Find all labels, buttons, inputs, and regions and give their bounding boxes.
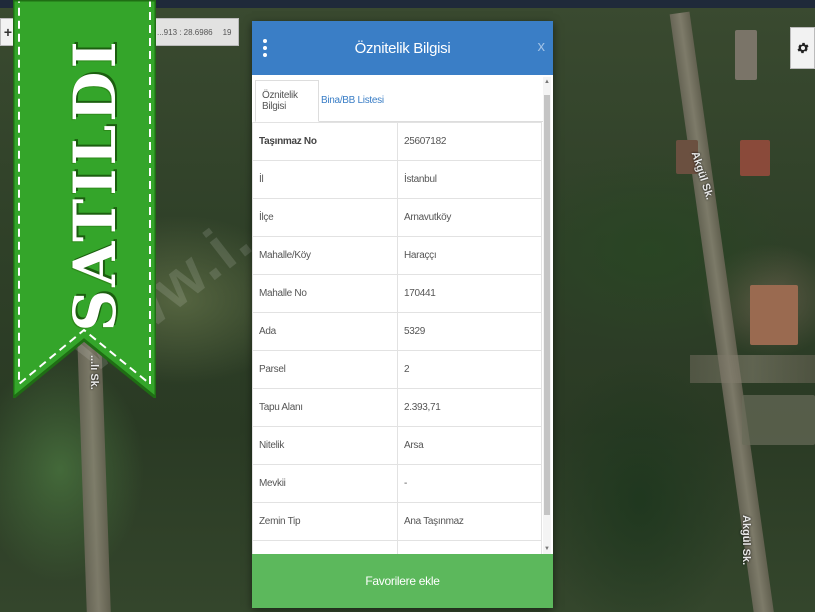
attribute-value: Ana Taşınmaz	[397, 502, 542, 541]
add-to-favorites-button[interactable]: Favorilere ekle	[252, 554, 553, 608]
scrollbar[interactable]: ▲ ▼	[543, 77, 551, 554]
attribute-table-container[interactable]: Taşınmaz No 25607182 İl İstanbul İlçe Arnavut…	[252, 122, 542, 554]
attribute-table: Taşınmaz No 25607182 İl İstanbul İlçe Arnavut…	[252, 122, 542, 554]
attribute-value: 25607182	[397, 122, 542, 161]
attribute-key: İl	[252, 160, 398, 199]
attribute-value: 5329	[397, 312, 542, 351]
attribute-info-modal: Öznitelik Bilgisi x Öznitelik Bilgisi Bi…	[252, 21, 553, 608]
attribute-key: Mahalle No	[252, 274, 398, 313]
table-row: Mahalle No 170441	[252, 274, 542, 313]
attribute-key: Ada	[252, 312, 398, 351]
attribute-value: 170441	[397, 274, 542, 313]
modal-title: Öznitelik Bilgisi	[354, 39, 451, 57]
map-building	[742, 395, 815, 445]
attribute-key: Mahalle/Köy	[252, 236, 398, 275]
attribute-value: Arnavutköy	[397, 198, 542, 237]
attribute-value: Arsa	[397, 426, 542, 465]
map-road	[690, 355, 815, 383]
modal-tabs: Öznitelik Bilgisi Bina/BB Listesi	[255, 75, 544, 122]
scroll-up-icon[interactable]: ▲	[543, 79, 551, 85]
table-row: Nitelik Arsa	[252, 426, 542, 465]
table-row: İl İstanbul	[252, 160, 542, 199]
attribute-value: İstanbul	[397, 160, 542, 199]
table-row: PaftaF21B.19A.1A	[252, 540, 542, 554]
coordinate-readout: ...913 : 28.6986 19	[150, 18, 239, 46]
street-label: Akgül Sk.	[740, 515, 752, 566]
table-row: Mevkii -	[252, 464, 542, 503]
attribute-key: Tapu Alanı	[252, 388, 398, 427]
map-building	[735, 30, 757, 80]
table-row: Mahalle/Köy Haraççı	[252, 236, 542, 275]
zoom-level: 19	[222, 27, 232, 37]
table-row: Parsel 2	[252, 350, 542, 389]
table-row: Ada 5329	[252, 312, 542, 351]
scroll-down-icon[interactable]: ▼	[543, 546, 551, 552]
gear-icon	[796, 42, 809, 54]
attribute-value: 2.393,71	[397, 388, 542, 427]
attribute-key: Nitelik	[252, 426, 398, 465]
close-button[interactable]: x	[538, 38, 546, 55]
table-row: Taşınmaz No 25607182	[252, 122, 542, 161]
table-row: Zemin Tip Ana Taşınmaz	[252, 502, 542, 541]
tab-attribute-info[interactable]: Öznitelik Bilgisi	[255, 80, 319, 122]
attribute-key: Taşınmaz No	[252, 122, 398, 161]
attribute-key: İlçe	[252, 198, 398, 237]
table-row: İlçe Arnavutköy	[252, 198, 542, 237]
sold-banner: SATILDI	[13, 0, 156, 398]
map-building	[750, 285, 798, 345]
modal-header: Öznitelik Bilgisi x	[252, 21, 553, 75]
table-row: Tapu Alanı 2.393,71	[252, 388, 542, 427]
attribute-value: -	[397, 464, 542, 503]
attribute-key: Parsel	[252, 350, 398, 389]
attribute-value: F21B.19A.1A	[397, 540, 542, 554]
attribute-value: Haraççı	[397, 236, 542, 275]
settings-button[interactable]	[790, 27, 815, 69]
coordinate-text: ...913 : 28.6986	[157, 27, 213, 37]
attribute-key: Pafta	[252, 540, 398, 554]
more-options-icon[interactable]	[262, 39, 268, 57]
sold-banner-text: SATILDI	[61, 38, 129, 332]
attribute-value: 2	[397, 350, 542, 389]
scrollbar-thumb[interactable]	[544, 95, 550, 515]
tab-building-list[interactable]: Bina/BB Listesi	[315, 80, 390, 120]
map-building	[740, 140, 770, 176]
attribute-key: Zemin Tip	[252, 502, 398, 541]
attribute-key: Mevkii	[252, 464, 398, 503]
